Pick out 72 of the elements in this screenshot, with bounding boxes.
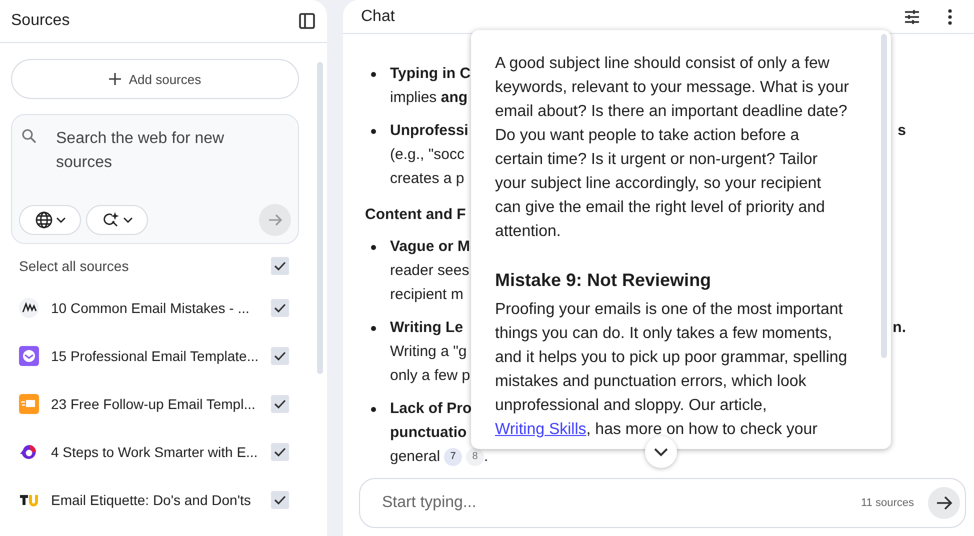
bullet-icon [371,129,376,134]
checkbox[interactable] [271,491,289,509]
check-icon [274,261,286,271]
check-icon [274,495,286,505]
caret-icon [56,217,66,223]
arrow-right-icon [935,495,953,511]
response-text: Lack of Pro [390,399,472,419]
globe-icon [34,211,52,229]
check-icon [274,399,286,409]
sparkle-search-icon [102,211,120,229]
source-title[interactable]: 23 Free Follow-up Email Templ... [51,396,271,412]
citation-chip[interactable]: 8 [466,448,484,466]
checkbox[interactable] [271,395,289,413]
check-icon [274,303,286,313]
globe-dropdown[interactable] [19,205,81,235]
panel-icon [298,12,316,30]
sliders-icon [903,8,921,26]
source-count: 11 sources [861,497,914,509]
scrollbar[interactable] [317,62,323,374]
popup-heading: Mistake 9: Not Reviewing [495,269,712,292]
source-title[interactable]: 15 Professional Email Template... [51,348,271,364]
checkbox[interactable] [271,299,289,317]
response-text: Writing Le [390,318,464,338]
response-text: s [898,121,906,141]
checkbox[interactable] [271,443,289,461]
scrollbar[interactable] [881,34,887,358]
sidebar-title: Sources [11,12,70,30]
response-text: (e.g., "socc [390,145,465,165]
chevron-down-icon [654,448,668,456]
response-text: Content and F [365,205,466,225]
check-icon [274,351,286,361]
mail-speed-icon [19,394,39,414]
select-all-label: Select all sources [19,258,130,274]
bullet-icon [371,326,376,331]
ring-icon [19,442,39,462]
response-text: general 7 8 . [390,447,488,468]
response-text: Typing in C [390,64,471,84]
response-text: Unprofessi [390,121,468,141]
more-icon [948,8,952,24]
source-title[interactable]: 4 Steps to Work Smarter with E... [51,444,271,460]
check-icon [274,447,286,457]
response-text: Writing a "g [390,342,467,362]
checkbox[interactable] [271,347,289,365]
bullet-icon [371,72,376,77]
response-text: only a few p [390,366,470,386]
bullet-icon [371,245,376,250]
chat-title: Chat [361,8,396,26]
response-text: punctuatio [390,423,467,443]
response-text: recipient m [390,285,464,305]
bullet-icon [371,407,376,412]
checkbox[interactable] [271,257,289,275]
source-title[interactable]: 10 Common Email Mistakes - ... [51,300,271,316]
source-title[interactable]: Email Etiquette: Do's and Don'ts [51,492,271,508]
popup-paragraph: A good subject line should consist of only a few keywords, relevant to your message. What is your email about? Is there an important deadline date? Do you want people to take action before a certain time? Is it urgent or non-urgent? Tailor your subject line accordingly, so your recipient can give the email the right level of priority and attention. [495,54,850,242]
search-icon [21,128,37,144]
citation-chip[interactable]: 7 [444,448,462,466]
response-text: reader sees [390,261,470,281]
scroll-down-button[interactable] [645,436,677,468]
search-mode-dropdown[interactable] [86,205,148,235]
add-sources-button[interactable]: Add sources [11,59,299,99]
scribble-icon [19,298,39,318]
response-text: implies ang [390,88,468,108]
plus-icon [108,73,121,85]
response-text: creates a p [390,169,464,189]
panel-toggle-button[interactable] [297,11,317,31]
response-text: n. [892,318,906,338]
popup-paragraph: Proofing your emails is one of the most important things you can do. It only takes a few moments, and it helps you to pick up poor grammar, spelling mistakes and punctuation errors, which look unprofessional and sloppy. Our article, Writing Skills, has more on how to check your [495,300,848,440]
arrow-right-icon [267,212,283,228]
envelope-icon [19,346,39,366]
response-text: Vague or M [390,237,470,257]
article-link[interactable]: Writing Skills [495,421,586,438]
caret-icon [122,217,132,223]
